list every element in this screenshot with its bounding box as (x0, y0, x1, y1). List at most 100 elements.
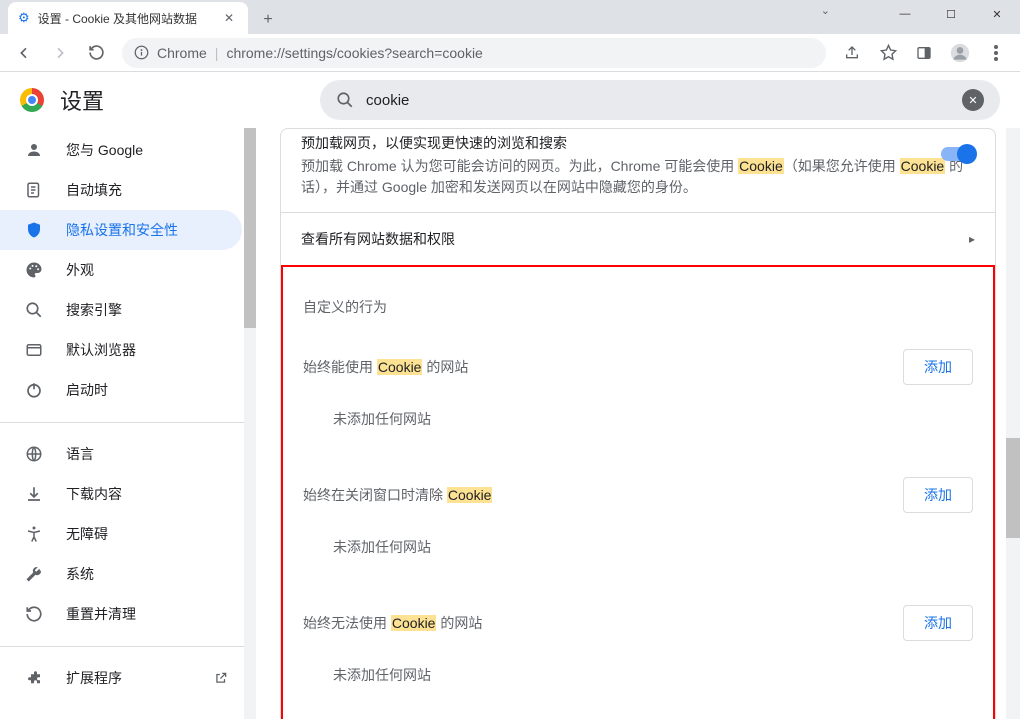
add-clear-button[interactable]: 添加 (903, 477, 973, 513)
custom-behaviors-title: 自定义的行为 (283, 287, 993, 337)
gear-icon: ⚙ (18, 10, 30, 26)
sidebar-item-default-browser[interactable]: 默认浏览器 (0, 330, 242, 370)
block-cookies-empty: 未添加任何网站 (283, 653, 993, 697)
preload-desc-b: （如果您允许使用 (784, 158, 900, 174)
sidebar-item-label: 语言 (66, 444, 94, 464)
sidebar-item-search-engine[interactable]: 搜索引擎 (0, 290, 242, 330)
window-titlebar: ⚙ 设置 - Cookie 及其他网站数据 ✕ + ⌄ ― ☐ ✕ (0, 0, 1020, 34)
highlight-cookie: Cookie (738, 158, 784, 174)
sidebar-item-reset[interactable]: 重置并清理 (0, 594, 242, 634)
sidebar-item-appearance[interactable]: 外观 (0, 250, 242, 290)
clear-search-button[interactable]: ✕ (962, 89, 984, 111)
cookies-card: 预加载网页，以便实现更快速的浏览和搜索 预加载 Chrome 认为您可能会访问的… (280, 128, 996, 719)
address-prefix: Chrome (157, 45, 207, 61)
preload-section: 预加载网页，以便实现更快速的浏览和搜索 预加载 Chrome 认为您可能会访问的… (281, 129, 995, 212)
sidebar-item-label: 扩展程序 (66, 668, 122, 688)
restore-icon (24, 605, 44, 623)
preload-toggle[interactable] (941, 147, 975, 161)
preload-desc-a: 预加载 Chrome 认为您可能会访问的网页。为此，Chrome 可能会使用 (301, 158, 738, 174)
sidebar-divider (0, 422, 256, 423)
palette-icon (24, 261, 44, 279)
extension-icon (24, 669, 44, 687)
chrome-logo-icon (20, 88, 44, 112)
sidebar-item-you-and-google[interactable]: 您与 Google (0, 130, 242, 170)
sidebar-item-privacy[interactable]: 隐私设置和安全性 (0, 210, 242, 250)
search-icon (24, 301, 44, 319)
custom-behaviors-section: 自定义的行为 始终能使用 Cookie 的网站 添加 未添加任何网站 始终在关闭… (281, 265, 995, 719)
back-button[interactable] (8, 37, 40, 69)
browser-icon (24, 341, 44, 359)
close-window-button[interactable]: ✕ (974, 0, 1020, 28)
chevron-right-icon: ▸ (969, 232, 975, 246)
close-tab-icon[interactable]: ✕ (220, 11, 238, 25)
maximize-button[interactable]: ☐ (928, 0, 974, 28)
download-icon (24, 485, 44, 503)
minimize-button[interactable]: ― (882, 0, 928, 28)
chrome-info-icon (134, 45, 149, 60)
highlight-cookie: Cookie (900, 158, 946, 174)
settings-sidebar: 您与 Google 自动填充 隐私设置和安全性 外观 搜索引擎 默认浏览器 启动… (0, 128, 256, 719)
reload-button[interactable] (80, 37, 112, 69)
address-separator: | (215, 45, 219, 61)
globe-icon (24, 445, 44, 463)
menu-icon[interactable] (980, 37, 1012, 69)
sidebar-item-extensions[interactable]: 扩展程序 (0, 658, 242, 698)
tabs-dropdown-icon[interactable]: ⌄ (821, 4, 830, 17)
see-all-label: 查看所有网站数据和权限 (301, 229, 455, 249)
settings-search[interactable]: ✕ (320, 80, 1000, 120)
wrench-icon (24, 565, 44, 583)
autofill-icon (24, 181, 44, 199)
sidebar-item-label: 搜索引擎 (66, 300, 122, 320)
search-icon (336, 91, 354, 109)
shield-icon (24, 221, 44, 239)
sidebar-item-label: 重置并清理 (66, 604, 136, 624)
forward-button[interactable] (44, 37, 76, 69)
sidebar-item-label: 启动时 (66, 380, 108, 400)
sidebar-item-languages[interactable]: 语言 (0, 434, 242, 474)
preload-title: 预加载网页，以便实现更快速的浏览和搜索 (301, 133, 975, 154)
sidebar-divider (0, 646, 256, 647)
page-title: 设置 (60, 84, 104, 116)
add-block-button[interactable]: 添加 (903, 605, 973, 641)
sidebar-item-label: 无障碍 (66, 524, 108, 544)
sidebar-item-label: 默认浏览器 (66, 340, 136, 360)
share-icon[interactable] (836, 37, 868, 69)
sidebar-item-label: 下载内容 (66, 484, 122, 504)
sidebar-item-accessibility[interactable]: 无障碍 (0, 514, 242, 554)
see-all-sites-row[interactable]: 查看所有网站数据和权限 ▸ (281, 212, 995, 265)
sidebar-item-autofill[interactable]: 自动填充 (0, 170, 242, 210)
bookmark-icon[interactable] (872, 37, 904, 69)
new-tab-button[interactable]: + (254, 6, 282, 34)
power-icon (24, 381, 44, 399)
add-allow-button[interactable]: 添加 (903, 349, 973, 385)
tab-title: 设置 - Cookie 及其他网站数据 (38, 10, 197, 27)
sidepanel-icon[interactable] (908, 37, 940, 69)
content-scrollbar[interactable] (1006, 128, 1020, 719)
address-url: chrome://settings/cookies?search=cookie (226, 45, 482, 61)
accessibility-icon (24, 525, 44, 543)
sidebar-item-downloads[interactable]: 下载内容 (0, 474, 242, 514)
allow-cookies-empty: 未添加任何网站 (283, 397, 993, 441)
settings-header: 设置 ✕ (0, 72, 1020, 128)
browser-toolbar: Chrome | chrome://settings/cookies?searc… (0, 34, 1020, 72)
browser-tab[interactable]: ⚙ 设置 - Cookie 及其他网站数据 ✕ (8, 2, 248, 34)
sidebar-item-label: 您与 Google (66, 140, 143, 160)
sidebar-item-label: 外观 (66, 260, 94, 280)
sidebar-item-label: 自动填充 (66, 180, 122, 200)
window-controls: ― ☐ ✕ (882, 0, 1020, 28)
clear-on-exit-empty: 未添加任何网站 (283, 525, 993, 569)
sidebar-scrollbar[interactable] (244, 128, 256, 719)
sidebar-item-label: 系统 (66, 564, 94, 584)
allow-cookies-row: 始终能使用 Cookie 的网站 添加 (283, 337, 993, 397)
settings-content: 预加载网页，以便实现更快速的浏览和搜索 预加载 Chrome 认为您可能会访问的… (256, 128, 1020, 719)
sidebar-item-label: 隐私设置和安全性 (66, 220, 178, 240)
clear-on-exit-row: 始终在关闭窗口时清除 Cookie 添加 (283, 465, 993, 525)
address-bar[interactable]: Chrome | chrome://settings/cookies?searc… (122, 38, 826, 68)
sidebar-item-system[interactable]: 系统 (0, 554, 242, 594)
profile-icon[interactable] (944, 37, 976, 69)
person-icon (24, 141, 44, 159)
sidebar-item-on-startup[interactable]: 启动时 (0, 370, 242, 410)
block-cookies-row: 始终无法使用 Cookie 的网站 添加 (283, 593, 993, 653)
search-input[interactable] (366, 92, 950, 109)
external-link-icon (214, 671, 228, 685)
